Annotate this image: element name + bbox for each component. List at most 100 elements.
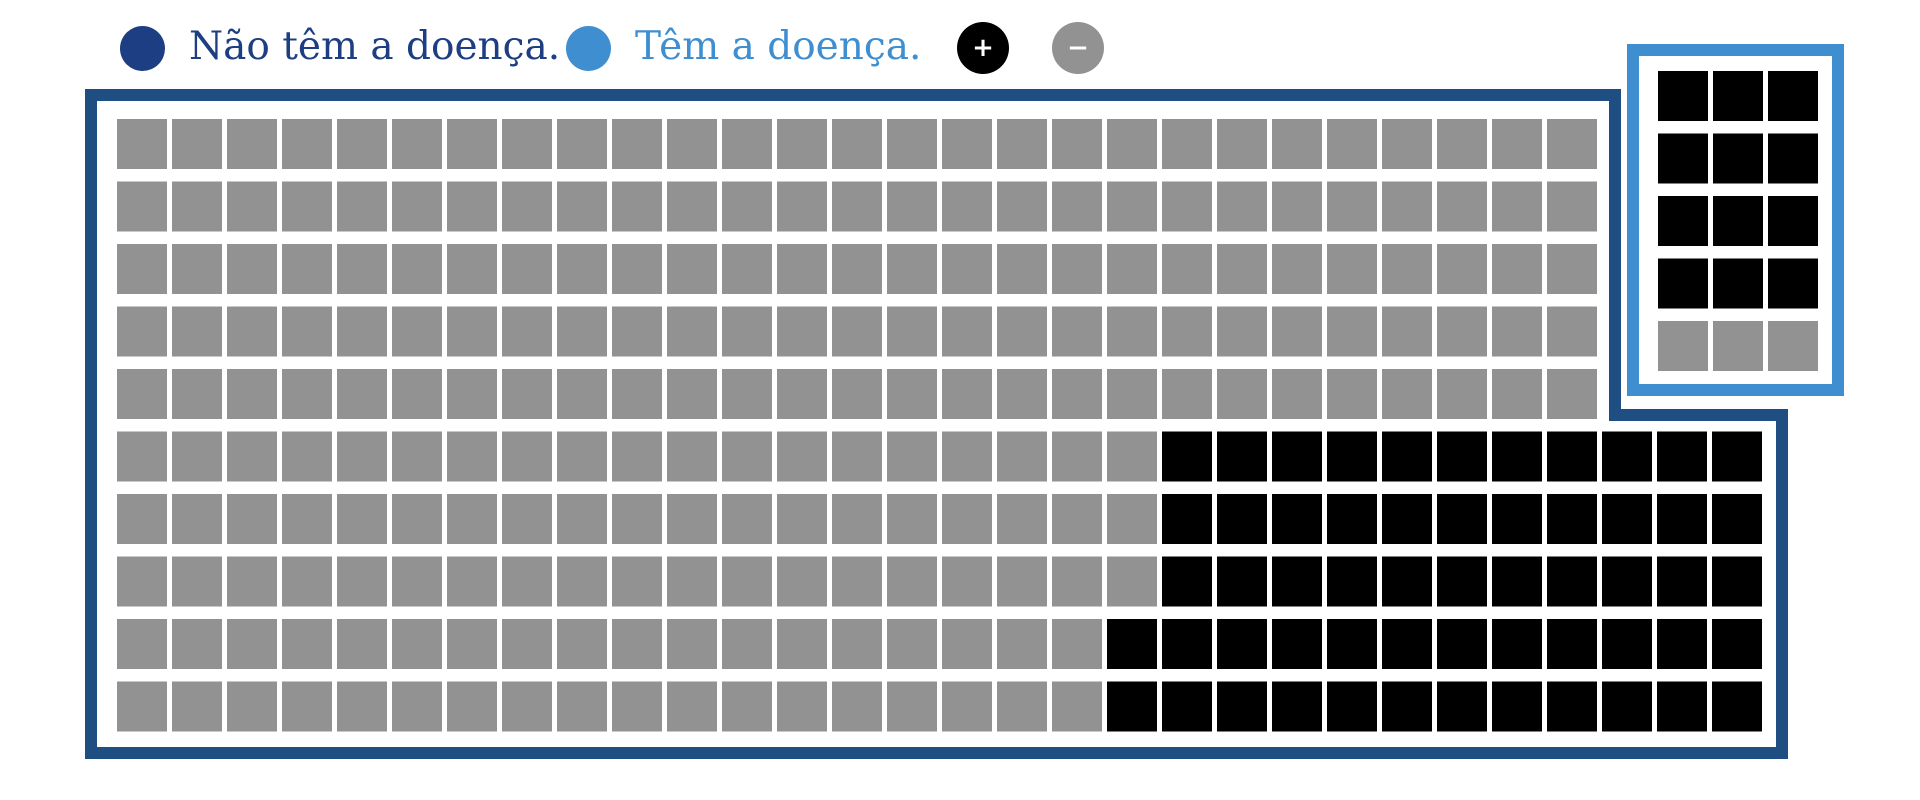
healthy-test-negative-cell [612, 119, 662, 169]
healthy-test-negative-cell [1052, 306, 1102, 357]
healthy-test-negative-cell [887, 181, 937, 232]
sick-test-positive-cell [1658, 133, 1708, 184]
healthy-test-positive-cell [1272, 431, 1322, 482]
healthy-test-negative-cell [942, 494, 992, 544]
healthy-test-negative-cell [1107, 369, 1157, 419]
healthy-test-positive-cell [1657, 431, 1707, 482]
healthy-test-negative-cell [1052, 556, 1102, 607]
healthy-test-negative-cell [1382, 306, 1432, 357]
healthy-test-positive-cell [1492, 494, 1542, 544]
healthy-test-negative-cell [1327, 306, 1377, 357]
healthy-test-negative-cell [117, 431, 167, 482]
healthy-test-negative-cell [612, 494, 662, 544]
healthy-test-negative-cell [887, 494, 937, 544]
sick-test-positive-cell [1713, 71, 1763, 121]
healthy-test-negative-cell [777, 306, 827, 357]
healthy-test-positive-cell [1657, 556, 1707, 607]
healthy-test-negative-cell [942, 431, 992, 482]
healthy-test-negative-cell [282, 306, 332, 357]
sick-test-negative-cell [1658, 321, 1708, 371]
healthy-test-negative-cell [1162, 244, 1212, 294]
healthy-test-negative-cell [282, 244, 332, 294]
healthy-test-negative-cell [1437, 369, 1487, 419]
healthy-test-negative-cell [1492, 119, 1542, 169]
sick-test-positive-cell [1713, 133, 1763, 184]
healthy-test-negative-cell [392, 369, 442, 419]
healthy-test-negative-cell [447, 369, 497, 419]
healthy-test-positive-cell [1602, 494, 1652, 544]
healthy-test-positive-cell [1492, 431, 1542, 482]
healthy-test-negative-cell [337, 681, 387, 732]
healthy-test-negative-cell [1327, 119, 1377, 169]
healthy-test-negative-cell [1052, 619, 1102, 669]
healthy-test-negative-cell [832, 494, 882, 544]
healthy-test-negative-cell [942, 369, 992, 419]
healthy-test-negative-cell [172, 119, 222, 169]
healthy-test-negative-cell [447, 244, 497, 294]
healthy-test-negative-cell [172, 369, 222, 419]
healthy-test-negative-cell [1547, 181, 1597, 232]
healthy-test-negative-cell [777, 244, 827, 294]
healthy-test-negative-cell [887, 431, 937, 482]
healthy-test-positive-cell [1492, 681, 1542, 732]
healthy-test-negative-cell [1382, 181, 1432, 232]
healthy-test-negative-cell [1382, 369, 1432, 419]
healthy-test-negative-cell [832, 431, 882, 482]
healthy-test-negative-cell [1162, 306, 1212, 357]
healthy-test-negative-cell [997, 306, 1047, 357]
sick-test-positive-cell [1713, 196, 1763, 246]
healthy-test-negative-cell [777, 556, 827, 607]
healthy-test-negative-cell [117, 681, 167, 732]
healthy-test-negative-cell [392, 494, 442, 544]
healthy-test-positive-cell [1162, 494, 1212, 544]
healthy-test-negative-cell [722, 181, 772, 232]
healthy-test-negative-cell [997, 119, 1047, 169]
healthy-test-negative-cell [887, 619, 937, 669]
healthy-test-negative-cell [282, 556, 332, 607]
healthy-test-negative-cell [282, 431, 332, 482]
healthy-test-negative-cell [832, 306, 882, 357]
healthy-test-negative-cell [1547, 119, 1597, 169]
healthy-test-negative-cell [997, 181, 1047, 232]
healthy-test-negative-cell [1547, 306, 1597, 357]
healthy-test-negative-cell [612, 681, 662, 732]
healthy-test-positive-cell [1547, 681, 1597, 732]
healthy-test-negative-cell [172, 431, 222, 482]
healthy-test-negative-cell [1107, 556, 1157, 607]
healthy-test-positive-cell [1437, 556, 1487, 607]
healthy-test-negative-cell [337, 494, 387, 544]
healthy-test-positive-cell [1217, 494, 1267, 544]
healthy-test-negative-cell [337, 181, 387, 232]
sick-test-positive-cell [1658, 196, 1708, 246]
healthy-test-negative-cell [502, 681, 552, 732]
sick-test-negative-cell [1713, 321, 1763, 371]
healthy-test-negative-cell [282, 681, 332, 732]
healthy-test-positive-cell [1602, 431, 1652, 482]
healthy-test-positive-cell [1272, 556, 1322, 607]
healthy-test-negative-cell [392, 244, 442, 294]
healthy-test-negative-cell [612, 244, 662, 294]
healthy-test-positive-cell [1217, 619, 1267, 669]
healthy-test-negative-cell [172, 494, 222, 544]
healthy-test-negative-cell [887, 681, 937, 732]
healthy-test-negative-cell [227, 181, 277, 232]
healthy-test-negative-cell [392, 431, 442, 482]
healthy-test-negative-cell [557, 681, 607, 732]
healthy-test-negative-cell [777, 119, 827, 169]
healthy-test-positive-cell [1382, 494, 1432, 544]
healthy-test-negative-cell [392, 681, 442, 732]
healthy-test-negative-cell [667, 244, 717, 294]
healthy-test-negative-cell [1382, 244, 1432, 294]
healthy-test-negative-cell [1162, 181, 1212, 232]
healthy-test-negative-cell [997, 369, 1047, 419]
healthy-test-negative-cell [227, 119, 277, 169]
healthy-test-negative-cell [777, 619, 827, 669]
sick-test-positive-cell [1768, 196, 1818, 246]
healthy-test-positive-cell [1437, 619, 1487, 669]
healthy-test-negative-cell [282, 494, 332, 544]
healthy-test-negative-cell [502, 181, 552, 232]
healthy-test-positive-cell [1327, 681, 1377, 732]
healthy-test-negative-cell [612, 306, 662, 357]
healthy-test-negative-cell [117, 619, 167, 669]
sick-test-positive-cell [1658, 71, 1708, 121]
